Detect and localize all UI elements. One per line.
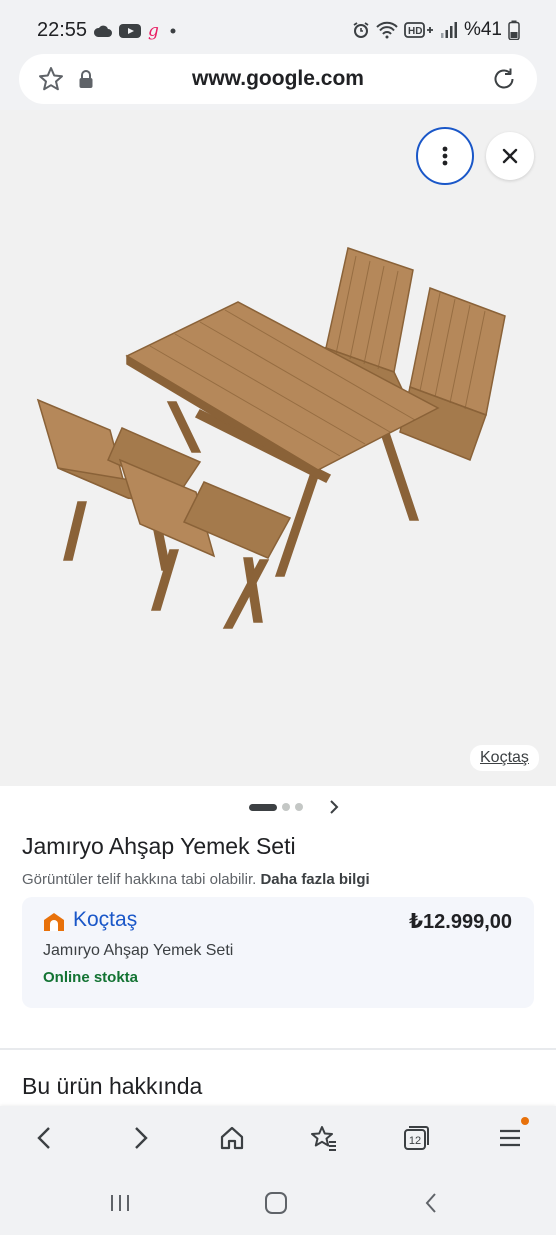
alarm-icon bbox=[353, 22, 369, 38]
recent-apps-icon[interactable] bbox=[108, 1191, 132, 1215]
cloud-icon bbox=[93, 25, 112, 37]
back-icon[interactable] bbox=[31, 1124, 59, 1152]
copyright-text: Görüntüler telif hakkına tabi olabilir. bbox=[22, 871, 257, 888]
product-image bbox=[36, 247, 506, 629]
koctas-logo-icon bbox=[44, 913, 64, 931]
copyright-notice: Görüntüler telif hakkına tabi olabilir. … bbox=[22, 871, 370, 888]
image-source-link[interactable]: Koçtaş bbox=[470, 745, 539, 771]
reload-icon[interactable] bbox=[491, 66, 517, 92]
address-bar[interactable]: www.google.com bbox=[19, 54, 537, 104]
product-title: Jamıryo Ahşap Yemek Seti bbox=[22, 833, 296, 859]
home-icon[interactable] bbox=[218, 1124, 246, 1152]
product-image-viewer[interactable] bbox=[0, 110, 556, 786]
svg-text:HD: HD bbox=[408, 26, 422, 37]
system-back-icon[interactable] bbox=[420, 1191, 444, 1215]
home-button-icon[interactable] bbox=[264, 1191, 288, 1215]
about-section-title: Bu ürün hakkında bbox=[22, 1073, 203, 1099]
menu-icon[interactable] bbox=[496, 1124, 524, 1152]
carousel-dot-active[interactable] bbox=[249, 803, 277, 811]
notification-badge bbox=[521, 1117, 529, 1125]
carousel-dot[interactable] bbox=[282, 803, 290, 811]
store-offer-card[interactable]: Koçtaş ₺12.999,00 Jamıryo Ahşap Yemek Se… bbox=[22, 897, 534, 1008]
app-g-icon: g bbox=[148, 21, 159, 41]
close-icon bbox=[502, 148, 518, 164]
more-vert-icon bbox=[442, 146, 448, 166]
store-price: ₺12.999,00 bbox=[409, 911, 512, 933]
forward-icon[interactable] bbox=[126, 1124, 154, 1152]
stock-status: Online stokta bbox=[43, 969, 139, 986]
browser-bottom-bar bbox=[0, 1106, 556, 1172]
signal-icon bbox=[440, 22, 457, 38]
tab-count: 12 bbox=[409, 1135, 421, 1147]
tabs-icon[interactable]: 12 bbox=[402, 1124, 430, 1152]
carousel-indicator[interactable] bbox=[249, 802, 303, 812]
url-text[interactable]: www.google.com bbox=[19, 67, 537, 91]
battery-percent: %41 bbox=[463, 19, 502, 40]
dot-icon bbox=[170, 28, 176, 34]
chevron-right-icon[interactable] bbox=[326, 798, 342, 816]
status-time: 22:55 bbox=[37, 19, 88, 41]
hd-volte-icon: HD bbox=[404, 22, 433, 38]
close-viewer-button[interactable] bbox=[486, 132, 534, 180]
more-info-link[interactable]: Daha fazla bilgi bbox=[260, 871, 369, 888]
store-product-name: Jamıryo Ahşap Yemek Seti bbox=[43, 942, 234, 959]
more-options-button[interactable] bbox=[416, 127, 474, 185]
status-bar: 22:55 g HD %41 bbox=[0, 0, 556, 56]
youtube-icon bbox=[119, 24, 141, 38]
store-name[interactable]: Koçtaş bbox=[73, 908, 137, 932]
carousel-dot[interactable] bbox=[295, 803, 303, 811]
battery-icon bbox=[508, 20, 520, 40]
svg-text:g: g bbox=[148, 21, 159, 41]
wifi-icon bbox=[376, 21, 398, 39]
bookmarks-icon[interactable] bbox=[310, 1124, 338, 1152]
